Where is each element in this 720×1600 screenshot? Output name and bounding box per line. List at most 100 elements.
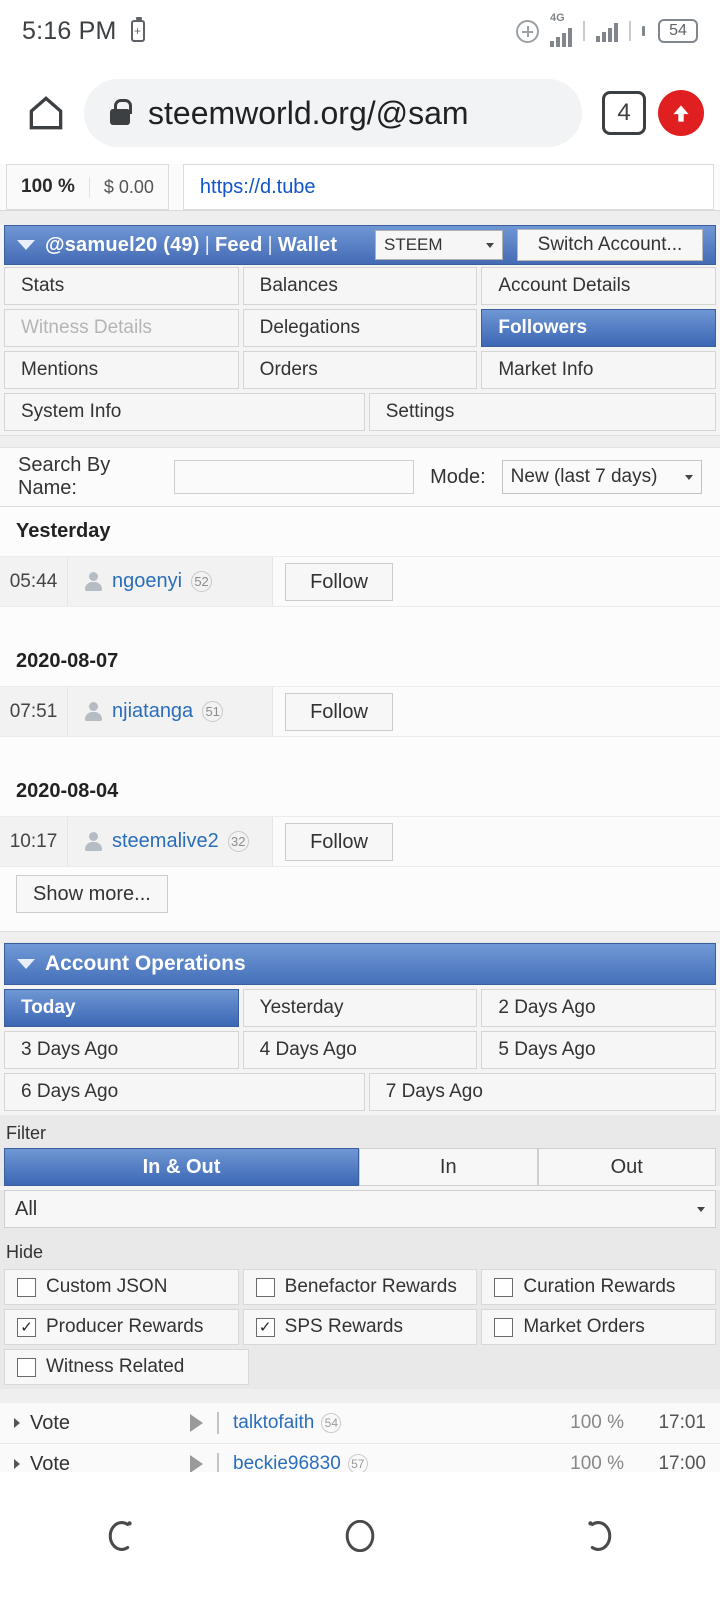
checkbox-benefactor-rewards[interactable]: Benefactor Rewards [242, 1269, 478, 1305]
operation-time: 17:01 [658, 1412, 706, 1433]
separator-1: | [204, 233, 211, 256]
expand-caret-icon[interactable] [14, 1459, 20, 1469]
checkbox-label: Curation Rewards [523, 1276, 676, 1297]
recents-icon[interactable] [555, 1506, 645, 1566]
checkbox-box[interactable] [494, 1317, 514, 1337]
checkbox-witness-related[interactable]: Witness Related [4, 1349, 250, 1385]
chevron-down-icon [697, 1206, 705, 1212]
signal-divider [583, 21, 585, 41]
post-percent: 100 % [21, 176, 75, 197]
follow-button[interactable]: Follow [285, 823, 393, 861]
account-operations-header[interactable]: Account Operations [4, 943, 716, 985]
home-icon[interactable] [16, 91, 76, 135]
day-tab-2-days-ago[interactable]: 2 Days Ago [481, 989, 717, 1027]
follower-user-cell: ngoenyi 52 [68, 557, 273, 606]
day-tab-6-days-ago[interactable]: 6 Days Ago [4, 1073, 365, 1111]
checkbox-sps-rewards[interactable]: ✓ SPS Rewards [242, 1309, 478, 1345]
tab-stats[interactable]: Stats [4, 267, 239, 305]
battery-percent: 54 [669, 22, 687, 39]
tab-orders[interactable]: Orders [242, 351, 478, 389]
tab-system-info[interactable]: System Info [4, 393, 365, 431]
checkbox-box[interactable]: ✓ [17, 1317, 36, 1337]
checkbox-label: Benefactor Rewards [284, 1276, 457, 1297]
tab-account-details[interactable]: Account Details [481, 267, 717, 305]
checkbox-producer-rewards[interactable]: ✓ Producer Rewards [4, 1309, 239, 1345]
filter-in[interactable]: In [359, 1148, 538, 1186]
webpage-viewport: 100 % $ 0.00 https://d.tube @samuel20 (4… [0, 164, 720, 1600]
follow-button[interactable]: Follow [285, 693, 393, 731]
tab-settings[interactable]: Settings [368, 393, 716, 431]
follower-row: 10:17 steemalive2 32 Follow [0, 817, 720, 867]
follower-username[interactable]: steemalive2 [112, 830, 219, 853]
checkbox-box[interactable]: ✓ [255, 1317, 275, 1337]
mode-select[interactable]: New (last 7 days) [501, 460, 702, 494]
avatar-icon [84, 832, 103, 851]
follow-button[interactable]: Follow [285, 563, 393, 601]
checkbox-curation-rewards[interactable]: Curation Rewards [481, 1269, 717, 1305]
nav-tab-row-3: Mentions Orders Market Info [4, 351, 717, 389]
day-tab-4-days-ago[interactable]: 4 Days Ago [242, 1031, 478, 1069]
tab-switcher-button[interactable]: 4 [602, 91, 646, 135]
tab-count-label: 4 [617, 99, 631, 126]
day-tab-7-days-ago[interactable]: 7 Days Ago [368, 1073, 716, 1111]
day-tab-5-days-ago[interactable]: 5 Days Ago [481, 1031, 717, 1069]
tab-market-info[interactable]: Market Info [481, 351, 717, 389]
caret-down-icon[interactable] [17, 959, 35, 969]
expand-caret-icon[interactable] [14, 1418, 20, 1428]
follower-time: 07:51 [0, 687, 68, 736]
battery-tip [642, 26, 645, 36]
chevron-down-icon [486, 242, 494, 248]
wallet-link[interactable]: Wallet [278, 234, 337, 256]
follower-username[interactable]: ngoenyi [112, 570, 182, 593]
filter-in-and-out[interactable]: In & Out [4, 1148, 359, 1186]
url-bar[interactable]: steemworld.org/@sam [84, 79, 582, 147]
tab-delegations[interactable]: Delegations [242, 309, 478, 347]
network-type-label: 4G [550, 11, 565, 24]
account-name[interactable]: @samuel20 (49) [45, 234, 200, 256]
day-tab-yesterday[interactable]: Yesterday [242, 989, 478, 1027]
operation-type-value: All [15, 1197, 38, 1220]
search-bar: Search By Name: Mode: New (last 7 days) [0, 447, 720, 507]
back-icon[interactable] [75, 1506, 165, 1566]
post-link[interactable]: https://d.tube [200, 176, 316, 199]
mode-value: New (last 7 days) [510, 466, 658, 487]
mode-label: Mode: [430, 465, 486, 488]
browser-toolbar: steemworld.org/@sam 4 [0, 62, 720, 164]
day-tab-3-days-ago[interactable]: 3 Days Ago [4, 1031, 239, 1069]
day-tab-today[interactable]: Today [4, 989, 239, 1027]
switch-account-button[interactable]: Switch Account... [517, 229, 703, 261]
tab-followers[interactable]: Followers [481, 309, 717, 347]
status-bar-right: 4G 54 [516, 12, 698, 47]
show-more-button[interactable]: Show more... [16, 875, 168, 913]
tab-balances[interactable]: Balances [242, 267, 478, 305]
steemworld-page: 100 % $ 0.00 https://d.tube @samuel20 (4… [0, 164, 720, 1600]
caret-down-icon[interactable] [17, 240, 35, 250]
search-input[interactable] [174, 460, 415, 494]
operation-type-select[interactable]: All [4, 1190, 716, 1228]
filter-out[interactable]: Out [537, 1148, 716, 1186]
separator-2: | [267, 233, 273, 256]
checkbox-box[interactable] [17, 1357, 36, 1377]
show-more-container: Show more... [0, 867, 720, 931]
home-circle-icon[interactable] [315, 1506, 405, 1566]
tab-mentions[interactable]: Mentions [4, 351, 239, 389]
upload-arrow-icon[interactable] [658, 90, 704, 136]
system-navigation-bar [0, 1472, 720, 1600]
checkbox-label: SPS Rewards [284, 1316, 403, 1337]
checkbox-box[interactable] [494, 1277, 514, 1297]
checkbox-market-orders[interactable]: Market Orders [481, 1309, 717, 1345]
day-tabs: Today Yesterday 2 Days Ago 3 Days Ago 4 … [0, 985, 720, 1111]
row-divider [217, 1412, 219, 1434]
checkbox-box[interactable] [17, 1277, 36, 1297]
follower-username[interactable]: njiatanga [112, 700, 193, 723]
checkbox-custom-json[interactable]: Custom JSON [4, 1269, 239, 1305]
follower-date-header: 2020-08-04 [0, 767, 720, 817]
avatar-icon [84, 572, 103, 591]
currency-select[interactable]: STEEM [375, 230, 503, 260]
operation-row[interactable]: Vote talktofaith 54 100 % 17:01 [0, 1403, 720, 1444]
checkbox-box[interactable] [255, 1277, 275, 1297]
feed-link[interactable]: Feed [215, 234, 262, 256]
day-tab-row-3: 6 Days Ago 7 Days Ago [0, 1073, 720, 1111]
operation-username[interactable]: talktofaith [233, 1412, 314, 1434]
signal-icon-secondary [596, 20, 618, 42]
